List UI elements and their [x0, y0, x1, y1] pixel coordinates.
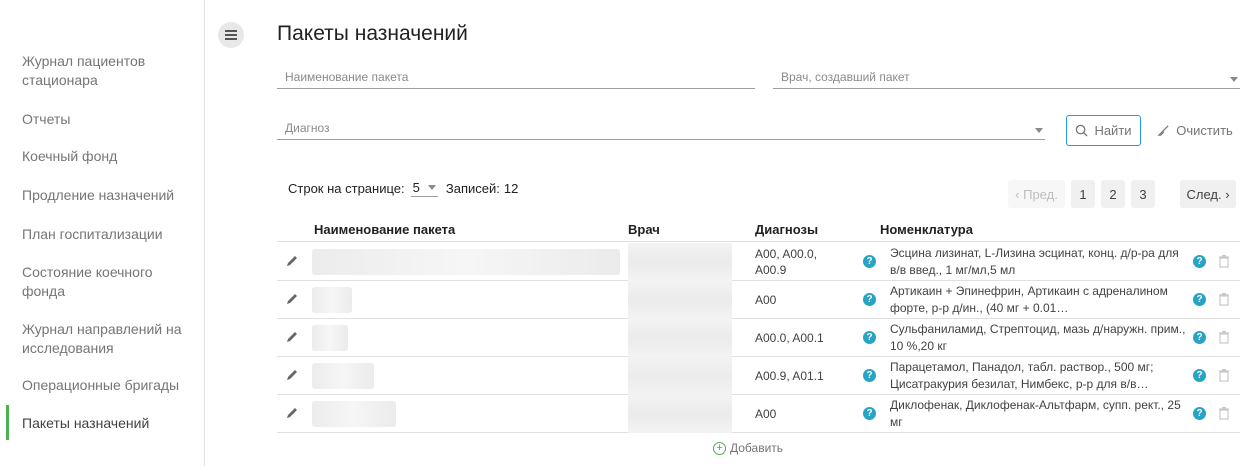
- package-name-redacted: [312, 249, 620, 275]
- doctor-redacted: [628, 395, 732, 433]
- sidebar-item-prescription-extension[interactable]: Продление назначений: [22, 186, 197, 205]
- pencil-icon[interactable]: [285, 368, 299, 382]
- menu-toggle-button[interactable]: [218, 22, 244, 48]
- plus-circle-icon: +: [713, 441, 726, 455]
- page-3-button[interactable]: 3: [1131, 180, 1155, 208]
- help-icon[interactable]: ?: [1193, 293, 1206, 306]
- help-icon[interactable]: ?: [863, 407, 876, 420]
- table-row: A00.9, A01.1 ? Парацетамол, Панадол, таб…: [277, 357, 1240, 395]
- sidebar-item-referral-journal[interactable]: Журнал направлений на исследования: [22, 320, 197, 358]
- sidebar-item-bed-fund[interactable]: Коечный фонд: [22, 147, 197, 166]
- sidebar-item-patient-journal[interactable]: Журнал пациентов стационара: [22, 52, 197, 90]
- page-title: Пакеты назначений: [277, 22, 468, 45]
- rows-per-page-select[interactable]: 5: [410, 180, 438, 197]
- sidebar-item-operating-teams[interactable]: Операционные бригады: [22, 376, 197, 395]
- records-count: 12: [503, 181, 519, 196]
- trash-icon[interactable]: [1218, 254, 1230, 268]
- table-row: A00 ? Диклофенак, Диклофенак-Альтфарм, с…: [277, 395, 1240, 433]
- chevron-down-icon: [427, 185, 436, 190]
- help-icon[interactable]: ?: [863, 369, 876, 382]
- help-icon[interactable]: ?: [863, 331, 876, 344]
- diagnoses-cell: A00.0, A00.1: [755, 331, 824, 345]
- pencil-icon[interactable]: [285, 406, 299, 420]
- add-button-label: Добавить: [730, 441, 784, 455]
- diagnosis-select[interactable]: Диагноз: [277, 118, 1045, 140]
- diagnoses-cell: A00, A00.0, A00.9: [755, 247, 818, 277]
- nomenclature-cell: Диклофенак, Диклофенак-Альтфарм, супп. р…: [890, 398, 1181, 429]
- diagnoses-cell: A00: [755, 407, 777, 421]
- pencil-icon[interactable]: [285, 254, 299, 268]
- broom-icon: [1157, 125, 1169, 136]
- page-1-button[interactable]: 1: [1071, 180, 1095, 208]
- package-name-redacted: [312, 325, 348, 351]
- diagnoses-cell: A00: [755, 293, 777, 307]
- column-header-nomenclature: Номенклатура: [880, 222, 973, 237]
- doctor-redacted: [628, 319, 732, 357]
- sidebar-item-reports[interactable]: Отчеты: [22, 110, 197, 129]
- page-2-button[interactable]: 2: [1101, 180, 1125, 208]
- sidebar-item-bed-fund-state[interactable]: Состояние коечного фонда: [22, 263, 197, 301]
- diagnosis-placeholder: Диагноз: [285, 121, 330, 135]
- doctor-select[interactable]: Врач, создавший пакет: [773, 67, 1240, 89]
- column-header-diagnoses: Диагнозы: [755, 222, 819, 237]
- sidebar: Журнал пациентов стационара Отчеты Коечн…: [0, 0, 205, 466]
- help-icon[interactable]: ?: [1193, 369, 1206, 382]
- clear-button-label: Очистить: [1176, 123, 1233, 138]
- doctor-placeholder: Врач, создавший пакет: [781, 70, 910, 84]
- rows-per-page-label: Строк на странице:: [288, 181, 405, 196]
- package-name-placeholder: Наименование пакета: [285, 70, 409, 84]
- records-label: Записей:: [445, 181, 500, 196]
- prev-page-button[interactable]: ‹ Пред.: [1008, 180, 1065, 208]
- help-icon[interactable]: ?: [1193, 255, 1206, 268]
- diagnoses-cell: A00.9, A01.1: [755, 369, 824, 383]
- sidebar-item-prescription-packages[interactable]: Пакеты назначений: [22, 414, 197, 433]
- chevron-down-icon: [1035, 128, 1043, 133]
- sidebar-item-hospitalization-plan[interactable]: План госпитализации: [22, 225, 197, 244]
- help-icon[interactable]: ?: [863, 293, 876, 306]
- table-row: A00 ? Артикаин + Эпинефрин, Артикаин с а…: [277, 281, 1240, 319]
- pencil-icon[interactable]: [285, 292, 299, 306]
- column-header-name: Наименование пакета: [314, 222, 456, 237]
- table-header: Наименование пакета Врач Диагнозы Номенк…: [277, 219, 1240, 242]
- doctor-redacted: [628, 281, 732, 319]
- package-name-redacted: [312, 363, 374, 389]
- chevron-down-icon: [1230, 77, 1238, 82]
- package-name-redacted: [312, 401, 396, 427]
- pencil-icon[interactable]: [285, 330, 299, 344]
- find-button-label: Найти: [1094, 123, 1132, 138]
- trash-icon[interactable]: [1218, 330, 1230, 344]
- column-header-doctor: Врач: [628, 222, 660, 237]
- help-icon[interactable]: ?: [863, 255, 876, 268]
- next-page-button[interactable]: След. ›: [1180, 180, 1236, 208]
- table-row: A00, A00.0, A00.9 ? Эсцина лизинат, L-Ли…: [277, 243, 1240, 281]
- trash-icon[interactable]: [1218, 406, 1230, 420]
- package-name-field[interactable]: Наименование пакета: [277, 67, 755, 89]
- find-button[interactable]: Найти: [1066, 115, 1141, 146]
- nomenclature-cell: Артикаин + Эпинефрин, Артикаин с адренал…: [890, 284, 1168, 315]
- active-indicator: [6, 405, 9, 440]
- add-button[interactable]: + Добавить: [713, 441, 783, 455]
- nomenclature-cell: Эсцина лизинат, L-Лизина эсцинат, конц. …: [890, 246, 1179, 277]
- package-name-redacted: [312, 287, 352, 313]
- trash-icon[interactable]: [1218, 368, 1230, 382]
- doctor-redacted: [628, 243, 732, 281]
- trash-icon[interactable]: [1218, 292, 1230, 306]
- table-row: A00.0, A00.1 ? Сульфаниламид, Стрептоцид…: [277, 319, 1240, 357]
- rows-per-page: Строк на странице: 5 Записей: 12: [288, 180, 518, 197]
- clear-button[interactable]: Очистить: [1150, 115, 1240, 146]
- search-icon: [1076, 124, 1088, 137]
- doctor-redacted: [628, 357, 732, 395]
- menu-icon: [225, 30, 237, 32]
- help-icon[interactable]: ?: [1193, 407, 1206, 420]
- nomenclature-cell: Сульфаниламид, Стрептоцид, мазь д/наружн…: [890, 322, 1186, 353]
- help-icon[interactable]: ?: [1193, 331, 1206, 344]
- nomenclature-cell: Парацетамол, Панадол, табл. раствор., 50…: [890, 360, 1154, 391]
